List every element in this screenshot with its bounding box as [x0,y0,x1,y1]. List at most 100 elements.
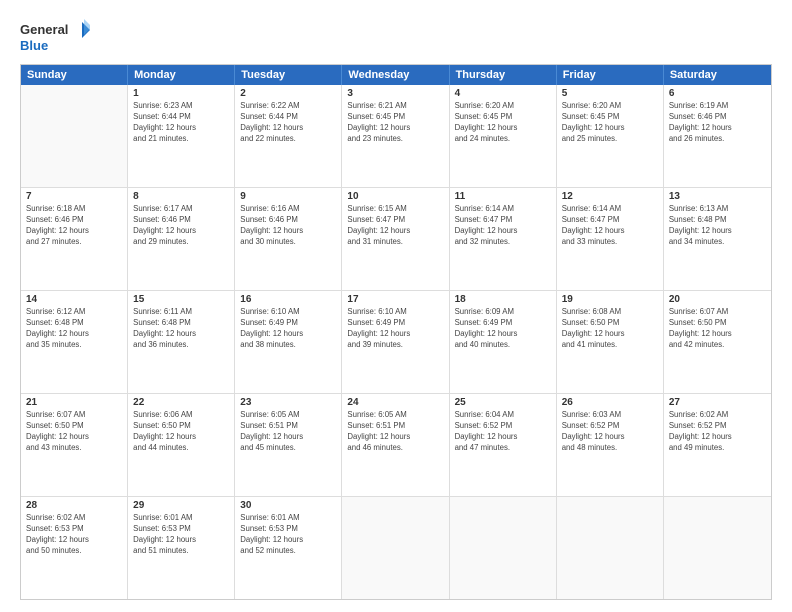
calendar-cell: 4 Sunrise: 6:20 AM Sunset: 6:45 PM Dayli… [450,85,557,187]
day-number: 20 [669,294,766,305]
calendar-cell: 2 Sunrise: 6:22 AM Sunset: 6:44 PM Dayli… [235,85,342,187]
calendar-cell: 24 Sunrise: 6:05 AM Sunset: 6:51 PM Dayl… [342,394,449,496]
day-number: 26 [562,397,658,408]
logo-svg: General Blue [20,18,90,56]
calendar-cell: 19 Sunrise: 6:08 AM Sunset: 6:50 PM Dayl… [557,291,664,393]
calendar-cell: 7 Sunrise: 6:18 AM Sunset: 6:46 PM Dayli… [21,188,128,290]
calendar-cell: 5 Sunrise: 6:20 AM Sunset: 6:45 PM Dayli… [557,85,664,187]
calendar-row: 1 Sunrise: 6:23 AM Sunset: 6:44 PM Dayli… [21,85,771,188]
day-number: 15 [133,294,229,305]
calendar-cell: 30 Sunrise: 6:01 AM Sunset: 6:53 PM Dayl… [235,497,342,599]
calendar-cell: 3 Sunrise: 6:21 AM Sunset: 6:45 PM Dayli… [342,85,449,187]
day-info: Sunrise: 6:02 AM Sunset: 6:53 PM Dayligh… [26,513,122,557]
day-info: Sunrise: 6:15 AM Sunset: 6:47 PM Dayligh… [347,204,443,248]
calendar-row: 21 Sunrise: 6:07 AM Sunset: 6:50 PM Dayl… [21,394,771,497]
calendar-cell: 25 Sunrise: 6:04 AM Sunset: 6:52 PM Dayl… [450,394,557,496]
day-number: 21 [26,397,122,408]
day-info: Sunrise: 6:12 AM Sunset: 6:48 PM Dayligh… [26,307,122,351]
day-number: 4 [455,88,551,99]
day-info: Sunrise: 6:03 AM Sunset: 6:52 PM Dayligh… [562,410,658,454]
day-info: Sunrise: 6:17 AM Sunset: 6:46 PM Dayligh… [133,204,229,248]
day-number: 30 [240,500,336,511]
day-number: 11 [455,191,551,202]
calendar-cell: 13 Sunrise: 6:13 AM Sunset: 6:48 PM Dayl… [664,188,771,290]
day-info: Sunrise: 6:13 AM Sunset: 6:48 PM Dayligh… [669,204,766,248]
calendar-header-cell: Friday [557,65,664,85]
calendar-cell: 10 Sunrise: 6:15 AM Sunset: 6:47 PM Dayl… [342,188,449,290]
day-number: 29 [133,500,229,511]
day-number: 13 [669,191,766,202]
day-number: 14 [26,294,122,305]
calendar-cell: 27 Sunrise: 6:02 AM Sunset: 6:52 PM Dayl… [664,394,771,496]
day-info: Sunrise: 6:05 AM Sunset: 6:51 PM Dayligh… [347,410,443,454]
calendar-cell-empty [557,497,664,599]
calendar-cell-empty [664,497,771,599]
day-info: Sunrise: 6:14 AM Sunset: 6:47 PM Dayligh… [562,204,658,248]
svg-text:General: General [20,22,68,37]
day-number: 27 [669,397,766,408]
day-number: 9 [240,191,336,202]
calendar-header-cell: Wednesday [342,65,449,85]
calendar-row: 7 Sunrise: 6:18 AM Sunset: 6:46 PM Dayli… [21,188,771,291]
day-number: 12 [562,191,658,202]
day-info: Sunrise: 6:19 AM Sunset: 6:46 PM Dayligh… [669,101,766,145]
day-info: Sunrise: 6:09 AM Sunset: 6:49 PM Dayligh… [455,307,551,351]
calendar-header-cell: Tuesday [235,65,342,85]
calendar-cell: 8 Sunrise: 6:17 AM Sunset: 6:46 PM Dayli… [128,188,235,290]
calendar-cell: 20 Sunrise: 6:07 AM Sunset: 6:50 PM Dayl… [664,291,771,393]
calendar-cell-empty [342,497,449,599]
calendar-cell: 9 Sunrise: 6:16 AM Sunset: 6:46 PM Dayli… [235,188,342,290]
calendar-cell: 1 Sunrise: 6:23 AM Sunset: 6:44 PM Dayli… [128,85,235,187]
day-info: Sunrise: 6:02 AM Sunset: 6:52 PM Dayligh… [669,410,766,454]
calendar-cell: 12 Sunrise: 6:14 AM Sunset: 6:47 PM Dayl… [557,188,664,290]
day-info: Sunrise: 6:23 AM Sunset: 6:44 PM Dayligh… [133,101,229,145]
day-number: 22 [133,397,229,408]
day-info: Sunrise: 6:10 AM Sunset: 6:49 PM Dayligh… [240,307,336,351]
calendar-header-cell: Monday [128,65,235,85]
logo: General Blue [20,18,90,56]
day-number: 16 [240,294,336,305]
day-info: Sunrise: 6:20 AM Sunset: 6:45 PM Dayligh… [455,101,551,145]
day-info: Sunrise: 6:04 AM Sunset: 6:52 PM Dayligh… [455,410,551,454]
day-info: Sunrise: 6:10 AM Sunset: 6:49 PM Dayligh… [347,307,443,351]
calendar-cell: 18 Sunrise: 6:09 AM Sunset: 6:49 PM Dayl… [450,291,557,393]
calendar-cell: 15 Sunrise: 6:11 AM Sunset: 6:48 PM Dayl… [128,291,235,393]
day-number: 3 [347,88,443,99]
calendar-cell: 21 Sunrise: 6:07 AM Sunset: 6:50 PM Dayl… [21,394,128,496]
calendar-cell: 28 Sunrise: 6:02 AM Sunset: 6:53 PM Dayl… [21,497,128,599]
calendar-cell: 23 Sunrise: 6:05 AM Sunset: 6:51 PM Dayl… [235,394,342,496]
calendar-cell: 22 Sunrise: 6:06 AM Sunset: 6:50 PM Dayl… [128,394,235,496]
page: General Blue SundayMondayTuesdayWednesda… [0,0,792,612]
day-info: Sunrise: 6:05 AM Sunset: 6:51 PM Dayligh… [240,410,336,454]
day-number: 25 [455,397,551,408]
calendar-cell: 29 Sunrise: 6:01 AM Sunset: 6:53 PM Dayl… [128,497,235,599]
calendar-cell-empty [450,497,557,599]
day-number: 6 [669,88,766,99]
day-number: 8 [133,191,229,202]
calendar-header-cell: Saturday [664,65,771,85]
calendar-row: 28 Sunrise: 6:02 AM Sunset: 6:53 PM Dayl… [21,497,771,599]
day-info: Sunrise: 6:01 AM Sunset: 6:53 PM Dayligh… [133,513,229,557]
day-info: Sunrise: 6:11 AM Sunset: 6:48 PM Dayligh… [133,307,229,351]
calendar-cell: 6 Sunrise: 6:19 AM Sunset: 6:46 PM Dayli… [664,85,771,187]
day-info: Sunrise: 6:06 AM Sunset: 6:50 PM Dayligh… [133,410,229,454]
day-number: 1 [133,88,229,99]
day-info: Sunrise: 6:21 AM Sunset: 6:45 PM Dayligh… [347,101,443,145]
calendar-cell: 26 Sunrise: 6:03 AM Sunset: 6:52 PM Dayl… [557,394,664,496]
svg-text:Blue: Blue [20,38,48,53]
calendar: SundayMondayTuesdayWednesdayThursdayFrid… [20,64,772,600]
header: General Blue [20,18,772,56]
day-number: 7 [26,191,122,202]
calendar-body: 1 Sunrise: 6:23 AM Sunset: 6:44 PM Dayli… [21,85,771,599]
day-info: Sunrise: 6:20 AM Sunset: 6:45 PM Dayligh… [562,101,658,145]
calendar-header-row: SundayMondayTuesdayWednesdayThursdayFrid… [21,65,771,85]
day-info: Sunrise: 6:07 AM Sunset: 6:50 PM Dayligh… [669,307,766,351]
day-number: 17 [347,294,443,305]
calendar-cell-empty [21,85,128,187]
day-info: Sunrise: 6:14 AM Sunset: 6:47 PM Dayligh… [455,204,551,248]
day-number: 2 [240,88,336,99]
day-info: Sunrise: 6:22 AM Sunset: 6:44 PM Dayligh… [240,101,336,145]
day-number: 5 [562,88,658,99]
day-info: Sunrise: 6:08 AM Sunset: 6:50 PM Dayligh… [562,307,658,351]
calendar-cell: 11 Sunrise: 6:14 AM Sunset: 6:47 PM Dayl… [450,188,557,290]
